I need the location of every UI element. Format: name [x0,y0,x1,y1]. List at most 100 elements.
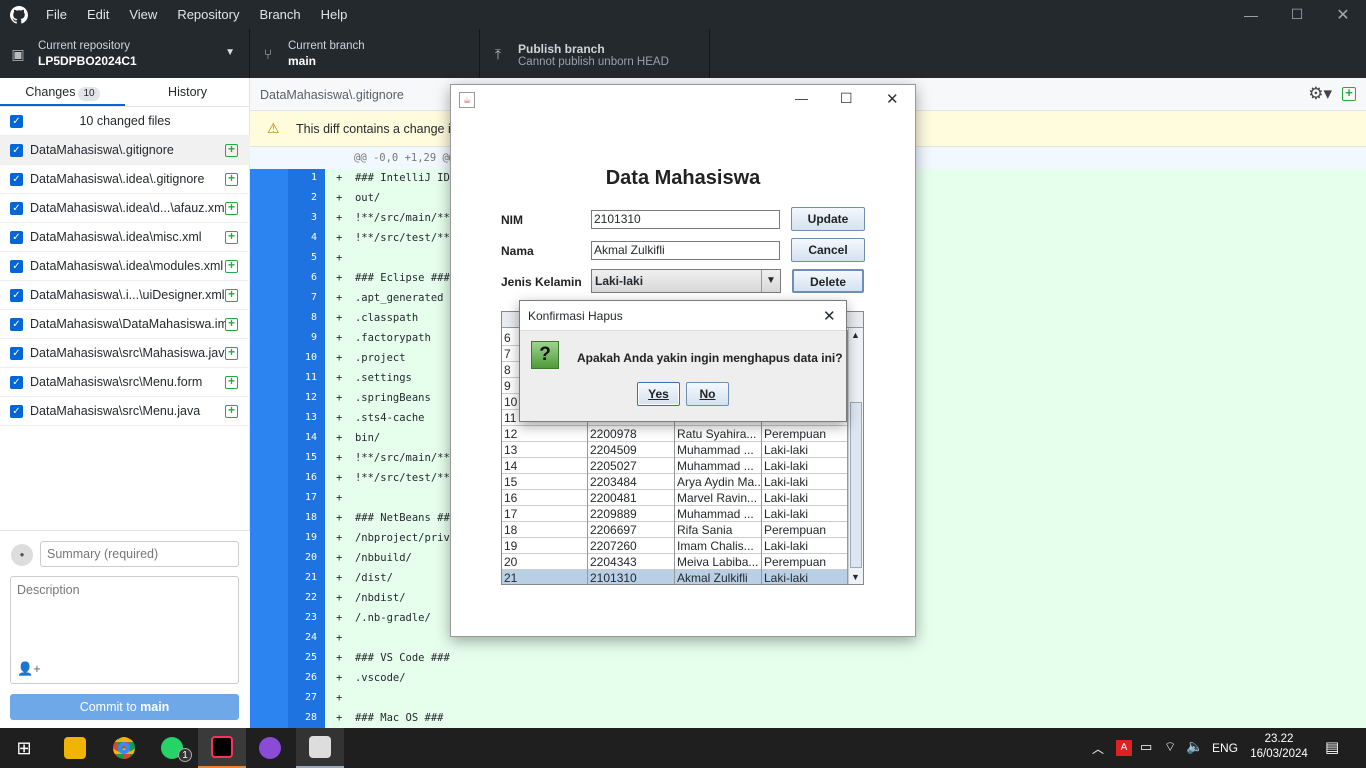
amd-icon[interactable]: A [1116,740,1132,756]
tab-changes[interactable]: Changes 10 [0,78,125,106]
file-row[interactable]: ✓ DataMahasiswa\.idea\misc.xml + [0,223,250,252]
close-icon[interactable]: ✕ [823,307,836,325]
current-repository-button[interactable]: ▣ Current repository LP5DPBO2024C1 ▼ [0,29,250,78]
file-checkbox[interactable]: ✓ [10,346,23,360]
file-checkbox[interactable]: ✓ [10,259,23,273]
menu-file[interactable]: File [46,7,67,22]
nim-field[interactable]: 2101310 [591,210,780,229]
description-placeholder: Description [17,583,80,597]
minimize-button[interactable]: — [1228,0,1274,29]
table-row[interactable]: 21 2101310 Akmal Zulkifli Laki-laki [502,570,848,584]
file-row[interactable]: ✓ DataMahasiswa\src\Menu.java + [0,397,250,426]
file-checkbox[interactable]: ✓ [10,201,23,215]
table-cell: 20 [502,554,588,570]
file-row[interactable]: ✓ DataMahasiswa\.gitignore + [0,136,250,165]
start-button[interactable]: ⊞ [0,728,48,768]
diff-line: + ### NetBeans ### [336,512,457,524]
summary-input[interactable]: Summary (required) [40,541,239,567]
menu-repository[interactable]: Repository [177,7,239,22]
file-row[interactable]: ✓ DataMahasiswa\DataMahasiswa.iml + [0,310,250,339]
update-button[interactable]: Update [791,207,865,231]
table-row[interactable]: 13 2204509 Muhammad ... Laki-laki [502,442,848,458]
table-row[interactable]: 12 2200978 Ratu Syahira... Perempuan [502,426,848,442]
table-scrollbar[interactable]: ▲ ▼ [848,328,863,584]
whatsapp-button[interactable]: 1 [148,728,196,768]
chrome-button[interactable] [100,728,148,768]
maximize-button[interactable]: ☐ [840,90,853,107]
title-bar: File Edit View Repository Branch Help — … [0,0,1366,29]
file-row[interactable]: ✓ DataMahasiswa\.idea\d...\afauz.xml + [0,194,250,223]
java-app-icon: ☕ [459,92,475,108]
menu-edit[interactable]: Edit [87,7,109,22]
scroll-down-icon[interactable]: ▼ [851,572,860,582]
volume-icon[interactable]: 🔈 [1186,738,1203,755]
file-row[interactable]: ✓ DataMahasiswa\src\Mahasiswa.java + [0,339,250,368]
table-cell: Laki-laki [762,458,848,474]
scroll-up-icon[interactable]: ▲ [851,330,860,340]
file-explorer-button[interactable] [51,728,99,768]
gear-icon[interactable]: ⚙▾ [1308,84,1332,104]
select-all-checkbox[interactable]: ✓ [10,114,23,128]
table-cell: 19 [502,538,588,554]
file-checkbox[interactable]: ✓ [10,172,23,186]
minimize-button[interactable]: — [795,91,808,106]
file-checkbox[interactable]: ✓ [10,230,23,244]
nama-field[interactable]: Akmal Zulkifli [591,241,780,260]
file-checkbox[interactable]: ✓ [10,317,23,331]
java-app-button[interactable] [296,728,344,768]
tab-history[interactable]: History [125,78,250,106]
description-textarea[interactable]: Description 👤+ [10,576,239,684]
chevron-up-icon[interactable]: ︿ [1092,740,1104,757]
menu-view[interactable]: View [129,7,157,22]
file-row[interactable]: ✓ DataMahasiswa\src\Menu.form + [0,368,250,397]
line-number: 9 [310,332,317,343]
no-button[interactable]: No [686,382,729,406]
table-row[interactable]: 18 2206697 Rifa Sania Perempuan [502,522,848,538]
line-number: 10 [304,352,317,363]
language-indicator[interactable]: ENG [1212,741,1238,755]
publish-branch-caption: Cannot publish unborn HEAD [518,55,669,68]
scrollbar-thumb[interactable] [850,402,862,568]
file-checkbox[interactable]: ✓ [10,143,23,157]
table-cell: 2203484 [588,474,675,490]
expand-icon[interactable]: + [1342,86,1356,101]
file-row[interactable]: ✓ DataMahasiswa\.idea\modules.xml + [0,252,250,281]
maximize-button[interactable]: ☐ [1274,0,1320,29]
file-row[interactable]: ✓ DataMahasiswa\.idea\.gitignore + [0,165,250,194]
table-row[interactable]: 15 2203484 Arya Aydin Ma... Laki-laki [502,474,848,490]
menu-help[interactable]: Help [321,7,348,22]
table-row[interactable]: 19 2207260 Imam Chalis... Laki-laki [502,538,848,554]
close-button[interactable]: ✕ [886,90,899,108]
clock[interactable]: 23.22 16/03/2024 [1244,732,1314,762]
battery-icon[interactable]: ▭ [1140,739,1152,755]
publish-branch-button[interactable]: ⤒ Publish branch Cannot publish unborn H… [480,29,710,78]
file-checkbox[interactable]: ✓ [10,288,23,302]
notifications-icon[interactable]: ▤ [1325,738,1339,756]
wifi-icon[interactable]: ⌔ [1164,739,1176,755]
commit-button[interactable]: Commit to main [10,694,239,720]
file-checkbox[interactable]: ✓ [10,404,23,418]
line-number: 16 [304,472,317,483]
jenis-kelamin-select[interactable]: Laki-laki ▼ [591,269,781,293]
table-cell: Marvel Ravin... [675,490,762,506]
table-row[interactable]: 16 2200481 Marvel Ravin... Laki-laki [502,490,848,506]
add-coauthor-icon[interactable]: 👤+ [17,661,41,677]
table-row[interactable]: 14 2205027 Muhammad ... Laki-laki [502,458,848,474]
changes-sidebar: Changes 10 History ✓ 10 changed files ✓ Da… [0,78,250,728]
file-checkbox[interactable]: ✓ [10,375,23,389]
table-row[interactable]: 20 2204343 Meiva Labiba... Perempuan [502,554,848,570]
file-row[interactable]: ✓ DataMahasiswa\.i...\uiDesigner.xml + [0,281,250,310]
yes-button[interactable]: Yes [637,382,680,406]
intellij-button[interactable] [198,728,246,768]
github-desktop-button[interactable] [246,728,294,768]
diff-line: + !**/src/test/**/ [336,472,457,484]
cancel-button[interactable]: Cancel [791,238,865,262]
current-branch-button[interactable]: ⑂ Current branch main [250,29,480,78]
close-button[interactable]: ✕ [1320,0,1366,29]
added-file-icon: + [225,317,238,331]
file-name: DataMahasiswa\.i...\uiDesigner.xml [30,288,225,302]
menu-branch[interactable]: Branch [259,7,300,22]
table-row[interactable]: 17 2209889 Muhammad ... Laki-laki [502,506,848,522]
line-number: 1 [310,172,317,183]
delete-button[interactable]: Delete [792,269,864,293]
